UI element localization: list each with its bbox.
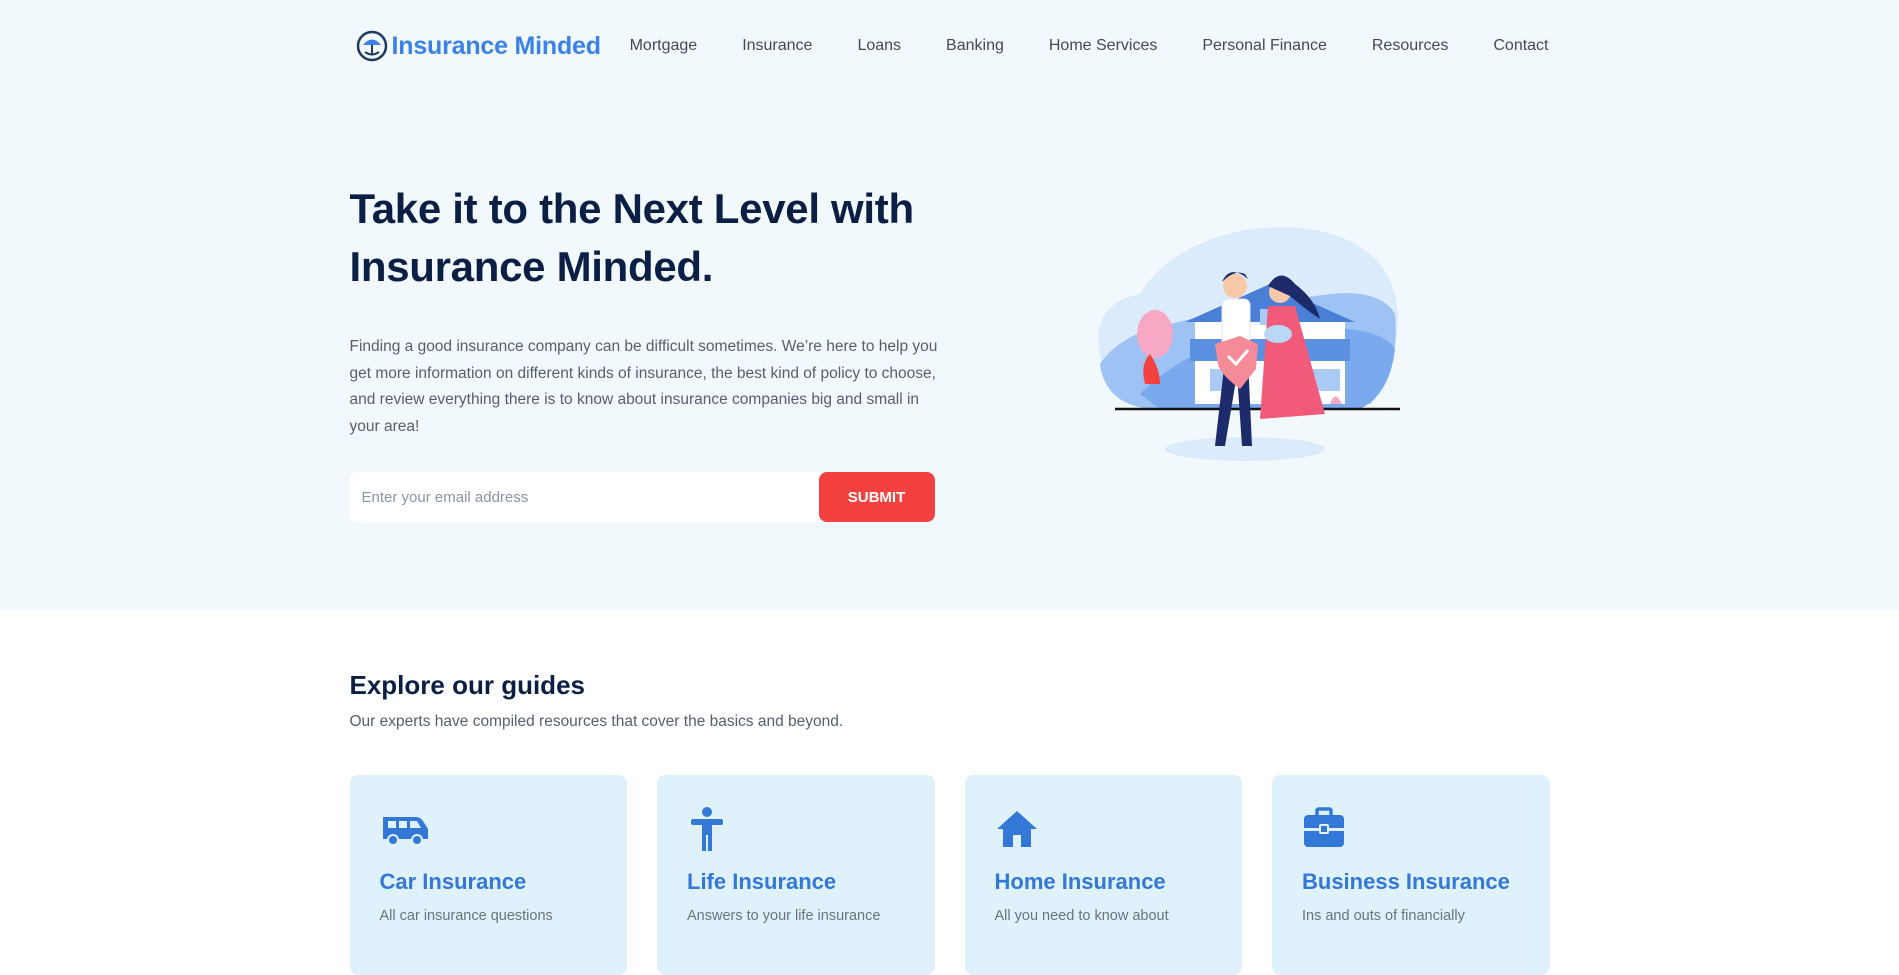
main-menu: Mortgage Insurance Loans Banking Home Se… [630,37,1550,55]
card-text: All you need to know about [994,908,1169,924]
card-title: Car Insurance [379,869,527,894]
hero-content: Take it to the Next Level with Insurance… [349,92,1550,522]
nav-insurance[interactable]: Insurance [742,37,812,55]
email-input[interactable] [349,472,819,522]
umbrella-logo-icon [356,30,387,62]
person-icon [691,807,723,851]
hero-copy: Take it to the Next Level with Insurance… [349,180,950,522]
top-nav: Insurance Minded Mortgage Insurance Loan… [350,0,1550,92]
hero-section: Insurance Minded Mortgage Insurance Loan… [0,0,1899,610]
nav-mortgage[interactable]: Mortgage [630,37,698,55]
van-icon [382,817,428,846]
card-home-insurance[interactable]: Home Insurance All you need to know abou… [964,775,1242,975]
card-title: Life Insurance [687,869,837,894]
guide-cards: Car Insurance All car insurance question… [349,775,1550,975]
card-title: Business Insurance [1302,869,1510,894]
nav-loans[interactable]: Loans [857,37,901,55]
card-life-insurance[interactable]: Life Insurance Answers to your life insu… [657,775,935,975]
nav-home-services[interactable]: Home Services [1049,37,1157,55]
nav-contact[interactable]: Contact [1493,37,1548,55]
nav-personal-finance[interactable]: Personal Finance [1202,37,1327,55]
card-text: All car insurance questions [379,908,553,924]
submit-button[interactable]: SUBMIT [818,472,935,522]
email-signup-form: SUBMIT [349,472,935,522]
brand-name: Insurance Minded [391,31,602,60]
nav-banking[interactable]: Banking [946,37,1004,55]
card-title: Home Insurance [994,869,1166,894]
briefcase-icon [1304,807,1344,847]
card-business-insurance[interactable]: Business Insurance Ins and outs of finan… [1272,775,1550,975]
guides-title: Explore our guides [349,670,586,700]
nav-resources[interactable]: Resources [1372,37,1448,55]
hero-title: Take it to the Next Level with Insurance… [349,185,915,290]
card-text: Ins and outs of financially [1302,908,1465,924]
guides-subtitle: Our experts have compiled resources that… [349,713,844,730]
hero-description: Finding a good insurance company can be … [349,338,938,435]
family-house-illustration [1097,227,1400,461]
logo[interactable]: Insurance Minded [356,30,601,62]
guides-section: Explore our guides Our experts have comp… [349,610,1550,975]
card-text: Answers to your life insurance [687,908,881,924]
card-car-insurance[interactable]: Car Insurance All car insurance question… [349,775,627,975]
house-icon [996,811,1037,847]
